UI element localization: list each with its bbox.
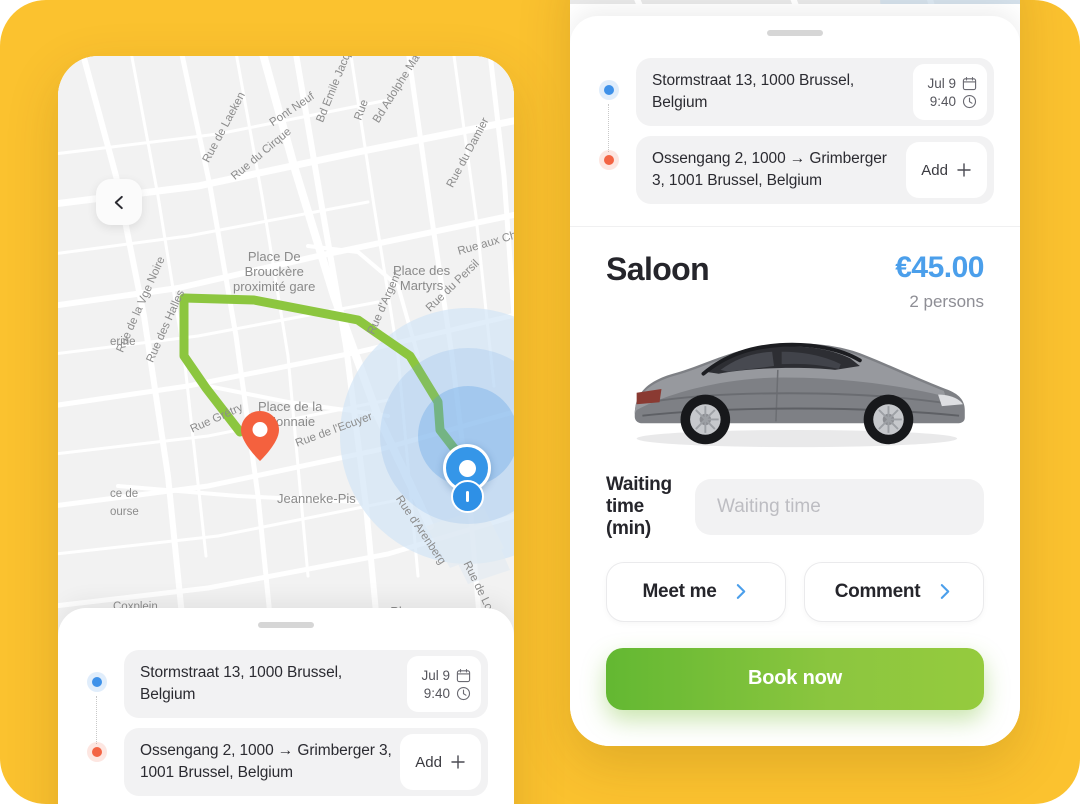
date-label: Jul 9	[421, 667, 450, 683]
pickup-row[interactable]: Stormstraat 13, 1000 Brussel, Belgium Ju…	[124, 650, 488, 718]
plus-icon	[957, 163, 971, 177]
price-value: €45.00	[895, 251, 984, 284]
route-section: Stormstraat 13, 1000 Brussel, Belgium Ju…	[58, 628, 514, 796]
waiting-time-label: Waiting time (min)	[606, 473, 672, 539]
plus-icon	[451, 755, 465, 769]
clock-icon	[962, 94, 977, 108]
route-rail	[596, 58, 622, 204]
date-line: Jul 9	[417, 668, 471, 683]
datetime-chip[interactable]: Jul 9 9:40	[913, 64, 987, 120]
pickup-address: Stormstraat 13, 1000 Brussel, Belgium	[140, 664, 343, 703]
car-hero-image	[570, 312, 1020, 456]
add-label: Add	[921, 161, 948, 179]
chevron-right-icon	[737, 584, 746, 599]
book-section: Book now	[570, 622, 1020, 710]
destination-pin-icon	[241, 411, 279, 461]
pickup-row[interactable]: Stormstraat 13, 1000 Brussel, Belgium Ju…	[636, 58, 994, 126]
add-stop-button[interactable]: Add	[400, 734, 481, 790]
calendar-icon	[962, 76, 977, 90]
add-stop-button[interactable]: Add	[906, 142, 987, 198]
comment-label: Comment	[834, 580, 921, 602]
waiting-time-section: Waiting time (min)	[570, 456, 1020, 540]
meet-me-button[interactable]: Meet me	[606, 561, 786, 622]
user-heading-marker	[451, 480, 484, 513]
dropoff-address: Ossengang 2, 1000 → Grimberger 3, 1001 B…	[652, 150, 887, 189]
calendar-icon	[456, 668, 471, 682]
pickup-address: Stormstraat 13, 1000 Brussel, Belgium	[652, 72, 855, 111]
time-label: 9:40	[423, 685, 450, 701]
route-section: Stormstraat 13, 1000 Brussel, Belgium Ju…	[570, 36, 1020, 204]
saloon-car-illustration	[634, 342, 965, 447]
left-bottom-sheet: Stormstraat 13, 1000 Brussel, Belgium Ju…	[58, 608, 514, 804]
route-dotted-line	[96, 696, 97, 744]
time-line: 9:40	[923, 94, 977, 109]
secondary-actions: Meet me Comment	[570, 540, 1020, 622]
left-phone-screen: Pont Neuf Bd Emile Jacq Rue Bd Adolphe Ma Ru…	[58, 56, 514, 804]
chevron-left-icon	[114, 195, 123, 209]
meet-me-label: Meet me	[642, 580, 717, 602]
car-class-header: Saloon €45.00 2 persons	[570, 227, 1020, 312]
right-phone-screen: oire rge Stormstraat 13, 1000 Brussel, B…	[570, 0, 1020, 746]
comment-button[interactable]: Comment	[804, 561, 984, 622]
right-bottom-sheet: Stormstraat 13, 1000 Brussel, Belgium Ju…	[570, 16, 1020, 746]
capacity-label: 2 persons	[909, 291, 984, 311]
right-map-sliver: oire rge	[570, 0, 1020, 4]
clock-icon	[456, 686, 471, 700]
date-label: Jul 9	[927, 75, 956, 91]
poster-canvas: Pont Neuf Bd Emile Jacq Rue Bd Adolphe Ma Ru…	[0, 0, 1080, 804]
waiting-time-input[interactable]	[695, 478, 984, 535]
pickup-dot-icon	[599, 80, 619, 100]
add-label: Add	[415, 753, 442, 771]
pickup-dot-icon	[87, 672, 107, 692]
datetime-chip[interactable]: Jul 9 9:40	[407, 656, 481, 712]
route-dotted-line	[608, 104, 609, 152]
dropoff-row[interactable]: Ossengang 2, 1000 → Grimberger 3, 1001 B…	[636, 136, 994, 204]
car-class-carousel[interactable]	[58, 796, 514, 804]
time-label: 9:40	[929, 93, 956, 109]
dropoff-address: Ossengang 2, 1000 → Grimberger 3, 1001 B…	[140, 742, 392, 781]
chevron-right-icon	[941, 584, 950, 599]
date-line: Jul 9	[923, 76, 977, 91]
car-class-name: Saloon	[606, 251, 710, 287]
route-rail	[84, 650, 110, 796]
dropoff-dot-icon	[87, 742, 107, 762]
dropoff-dot-icon	[599, 150, 619, 170]
time-line: 9:40	[417, 686, 471, 701]
dropoff-row[interactable]: Ossengang 2, 1000 → Grimberger 3, 1001 B…	[124, 728, 488, 796]
book-now-button[interactable]: Book now	[606, 647, 984, 710]
back-button[interactable]	[96, 179, 142, 225]
